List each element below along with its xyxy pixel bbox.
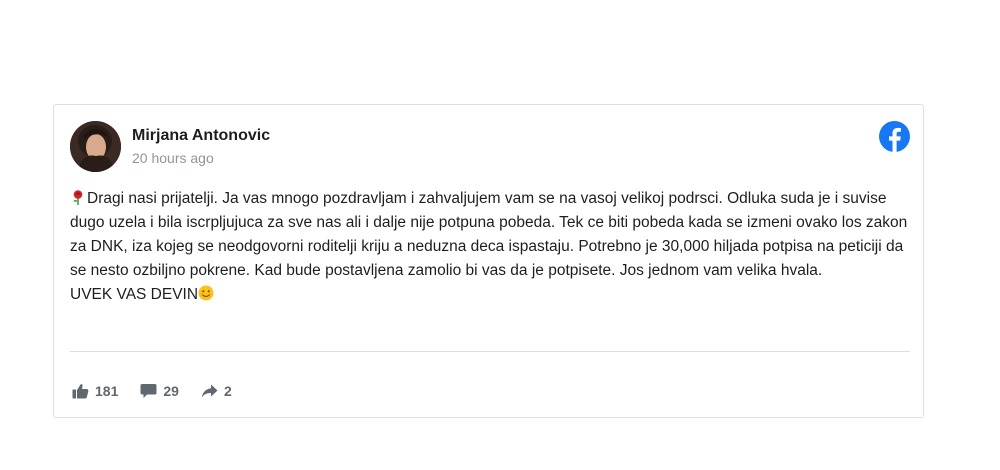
profile-photo bbox=[70, 121, 121, 172]
comment-icon bbox=[140, 384, 157, 398]
engagement-bar: 181 29 2 bbox=[72, 383, 254, 399]
post-signature-line: UVEK VAS DEVIN bbox=[70, 283, 910, 307]
facebook-logo-icon[interactable] bbox=[879, 121, 910, 152]
divider bbox=[70, 351, 910, 352]
share-arrow-icon bbox=[201, 384, 218, 398]
post-text: Dragi nasi prijatelji. Ja vas mnogo pozd… bbox=[70, 190, 908, 279]
share-count: 2 bbox=[223, 383, 232, 399]
like-button[interactable]: 181 bbox=[72, 383, 118, 399]
rose-emoji-icon bbox=[70, 189, 86, 205]
share-button[interactable]: 2 bbox=[201, 383, 232, 399]
comment-button[interactable]: 29 bbox=[140, 383, 179, 399]
post-body: Dragi nasi prijatelji. Ja vas mnogo pozd… bbox=[70, 187, 910, 307]
avatar[interactable] bbox=[70, 121, 121, 172]
post-paragraph: Dragi nasi prijatelji. Ja vas mnogo pozd… bbox=[70, 187, 910, 283]
comment-count: 29 bbox=[163, 383, 179, 399]
facebook-post-card: Mirjana Antonovic 20 hours ago Dragi nas… bbox=[53, 104, 924, 418]
smiling-face-emoji-icon bbox=[198, 285, 214, 301]
author-name[interactable]: Mirjana Antonovic bbox=[132, 127, 270, 145]
post-timestamp[interactable]: 20 hours ago bbox=[132, 150, 214, 166]
like-count: 181 bbox=[95, 383, 119, 399]
thumbs-up-icon bbox=[72, 384, 89, 399]
post-signature: UVEK VAS DEVIN bbox=[70, 286, 199, 303]
